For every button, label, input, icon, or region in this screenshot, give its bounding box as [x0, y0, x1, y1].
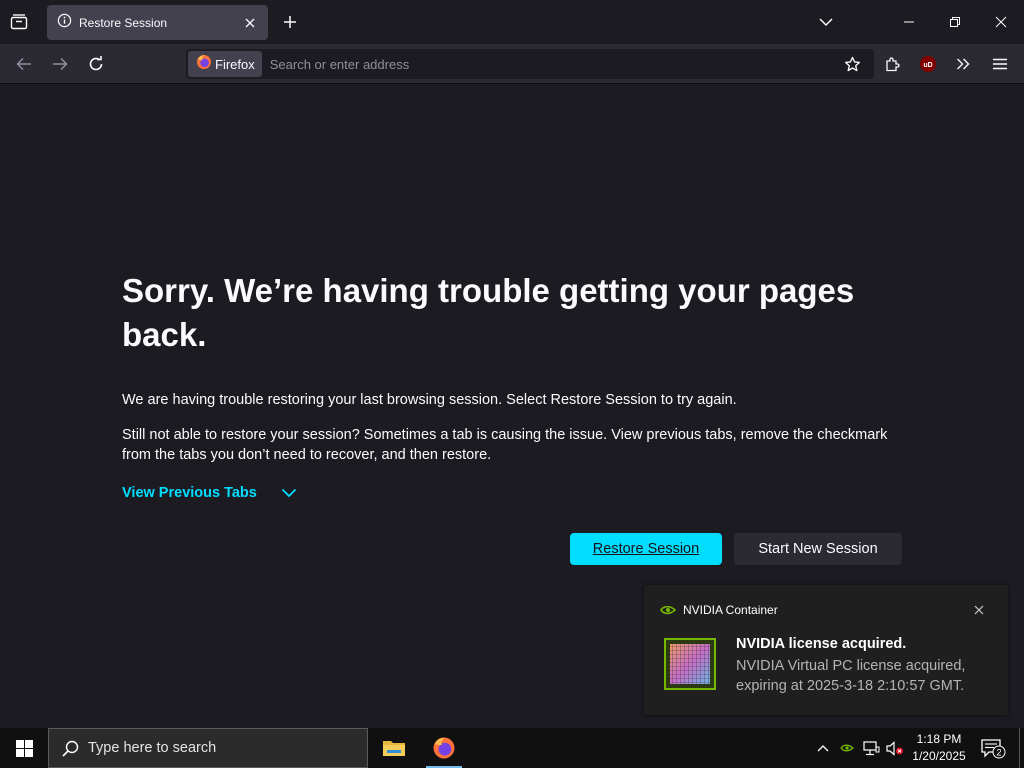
description-paragraph-1: We are having trouble restoring your las…	[122, 392, 737, 408]
minimize-icon[interactable]	[899, 12, 919, 32]
tab-bar: Restore Session	[0, 0, 1024, 44]
chevron-down-icon	[281, 486, 299, 500]
tray-chevron-up-icon[interactable]	[814, 728, 832, 768]
start-new-session-button[interactable]: Start New Session	[734, 533, 902, 565]
restore-session-button[interactable]: Restore Session	[570, 533, 722, 565]
notification-app-header: NVIDIA Container	[660, 603, 778, 617]
clock-date: 1/20/2025	[912, 749, 966, 763]
search-icon	[61, 739, 79, 757]
more-tools-chevron-icon[interactable]	[953, 54, 973, 74]
clock-time: 1:18 PM	[916, 732, 962, 746]
close-window-icon[interactable]	[991, 12, 1011, 32]
windows-start-icon[interactable]	[0, 728, 48, 768]
tab-restore-session[interactable]: Restore Session	[47, 5, 268, 40]
page-heading: Sorry. We’re having trouble getting your…	[122, 272, 855, 353]
show-desktop-button[interactable]	[1019, 728, 1024, 768]
identity-box[interactable]: Firefox	[188, 51, 262, 77]
volume-muted-icon[interactable]	[885, 728, 905, 768]
forward-arrow-icon[interactable]	[50, 54, 70, 74]
file-explorer-icon[interactable]	[372, 728, 416, 768]
list-all-tabs-icon[interactable]	[816, 12, 836, 32]
notification-close-icon[interactable]	[972, 603, 986, 617]
ublock-origin-icon[interactable]: uD	[918, 54, 938, 74]
taskbar-search-box[interactable]: Type here to search	[48, 728, 368, 768]
network-icon[interactable]	[861, 728, 881, 768]
restore-window-icon[interactable]	[945, 12, 965, 32]
url-bar[interactable]: Firefox	[186, 49, 874, 79]
tab-title: Restore Session	[79, 15, 168, 30]
ublock-badge-text: uD	[923, 62, 932, 69]
taskbar-clock[interactable]: 1:18 PM 1/20/2025	[906, 731, 972, 765]
hamburger-menu-icon[interactable]	[990, 54, 1010, 74]
address-input[interactable]	[269, 56, 842, 72]
reload-icon[interactable]	[86, 54, 106, 74]
description-paragraph-2: Still not able to restore your session? …	[122, 427, 888, 463]
info-icon	[57, 13, 72, 33]
notification-title: NVIDIA license acquired.	[736, 636, 907, 652]
notification-count-badge: 2	[996, 748, 1001, 758]
firefox-taskbar-icon[interactable]	[422, 728, 466, 768]
view-previous-tabs-label: View Previous Tabs	[122, 485, 257, 501]
nvidia-tray-icon[interactable]	[838, 728, 856, 768]
navigation-toolbar: Firefox uD	[0, 44, 1024, 84]
bookmark-star-icon[interactable]	[842, 54, 862, 74]
identity-label: Firefox	[215, 56, 255, 72]
notification-body: NVIDIA Virtual PC license acquired, expi…	[736, 658, 966, 694]
action-center-icon[interactable]: 2	[978, 728, 1008, 768]
notification-app-name: NVIDIA Container	[683, 603, 778, 617]
view-previous-tabs-toggle[interactable]: View Previous Tabs	[122, 485, 299, 501]
firefox-logo-icon	[196, 54, 212, 75]
taskbar-search-placeholder: Type here to search	[88, 740, 217, 756]
back-arrow-icon[interactable]	[14, 54, 34, 74]
extensions-puzzle-icon[interactable]	[882, 54, 902, 74]
nvidia-logo-icon	[660, 605, 676, 615]
windows-taskbar: Type here to search 1:18 PM 1/20/2025 2	[0, 728, 1024, 768]
gpu-chip-icon	[664, 638, 716, 690]
firefox-view-icon[interactable]	[8, 12, 30, 32]
new-tab-button[interactable]	[280, 12, 300, 32]
nvidia-notification-toast[interactable]: NVIDIA Container NVIDIA license acquired…	[644, 585, 1008, 715]
tab-close-icon[interactable]	[242, 15, 258, 31]
